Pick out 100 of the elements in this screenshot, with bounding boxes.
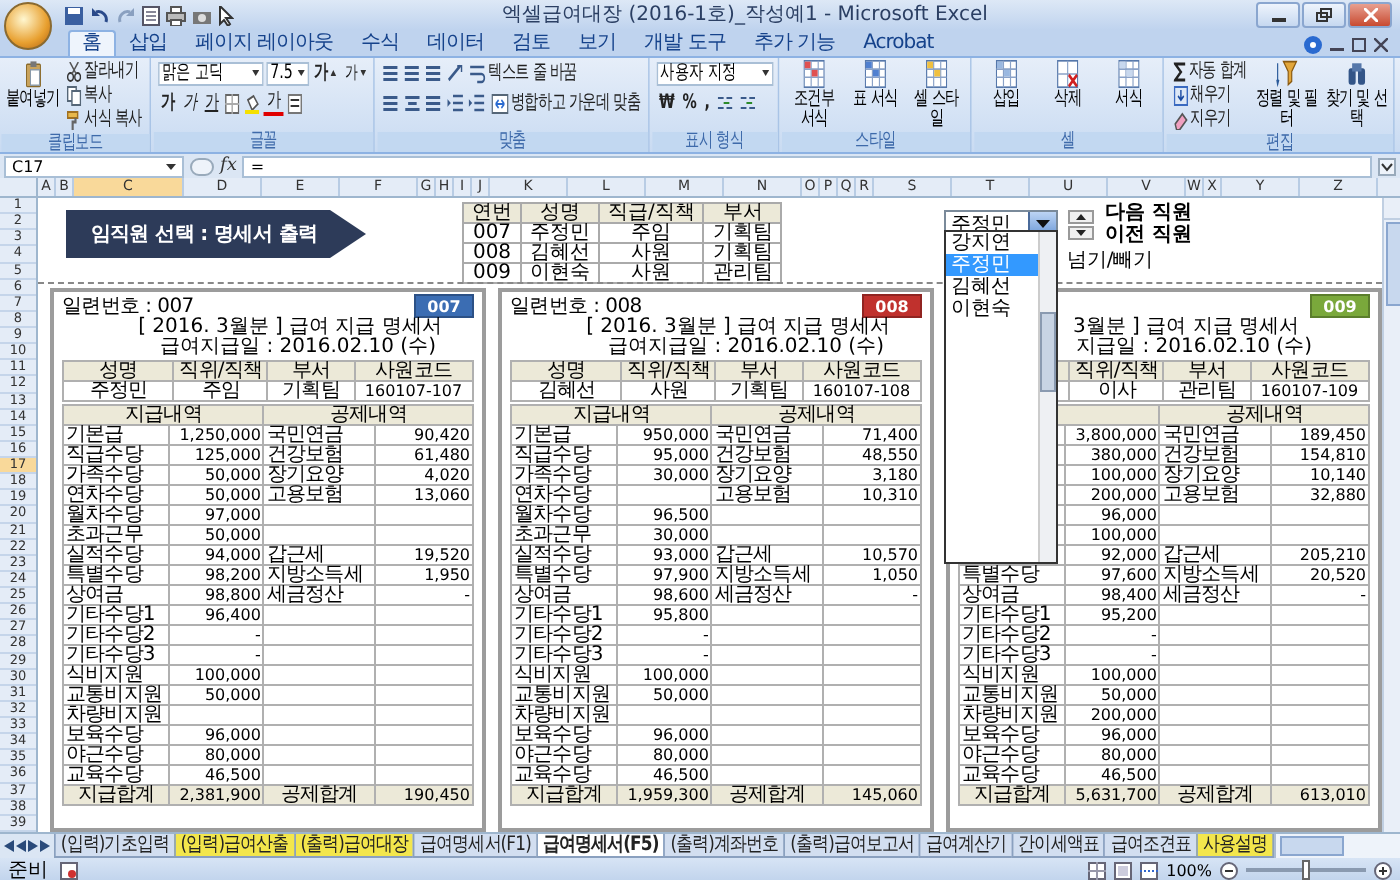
- ribbon-tab[interactable]: 수식: [347, 30, 414, 56]
- cut-button[interactable]: 잘라내기: [64, 60, 145, 84]
- ribbon-button[interactable]: 조건부 서식: [785, 60, 843, 130]
- table-cell: -: [1065, 625, 1160, 645]
- sheet-tab[interactable]: 급여계산기: [919, 834, 1014, 858]
- group-label: 맞춤: [377, 132, 648, 152]
- minimize-button[interactable]: [1256, 2, 1300, 28]
- align-button[interactable]: [381, 61, 400, 85]
- ribbon-button[interactable]: 삭제: [1039, 60, 1097, 110]
- borders-button[interactable]: [223, 91, 241, 115]
- ribbon-tab[interactable]: 데이터: [413, 30, 499, 56]
- down-triangle-icon: [1076, 229, 1087, 235]
- ribbon-tab[interactable]: 홈: [68, 30, 115, 56]
- indent-button[interactable]: [445, 91, 464, 115]
- sort-filter-button[interactable]: 정렬 및 필터: [1253, 60, 1320, 130]
- size-field[interactable]: 7.5: [265, 61, 309, 85]
- align-button[interactable]: [424, 91, 443, 115]
- ribbon-tab[interactable]: 보기: [564, 30, 631, 56]
- shrink-font-button[interactable]: 가: [342, 61, 369, 85]
- bold-button[interactable]: 가: [157, 91, 177, 115]
- sheet-tab[interactable]: (출력)급여대장: [293, 834, 416, 858]
- format-painter-button[interactable]: 서식 복사: [64, 108, 145, 132]
- increase-decimal-button[interactable]: [715, 91, 735, 115]
- minus-icon: [1220, 861, 1238, 879]
- fill-color-button[interactable]: [243, 91, 261, 115]
- font-field[interactable]: 맑은 고딕: [157, 61, 264, 85]
- table-cell: 100,000: [1065, 465, 1160, 485]
- ribbon-tab[interactable]: 페이지 레이아웃: [181, 30, 348, 56]
- table-cell: 고용보험: [1159, 485, 1271, 505]
- align-button[interactable]: [381, 91, 400, 115]
- slider-thumb[interactable]: [1302, 860, 1310, 880]
- underline-button[interactable]: 가: [201, 91, 222, 115]
- sheet-tab[interactable]: (입력)기초입력: [54, 834, 176, 858]
- italic-button[interactable]: 가: [179, 91, 199, 115]
- clear-button[interactable]: 지우기: [1170, 108, 1250, 132]
- ribbon-tab[interactable]: 검토: [498, 30, 565, 56]
- table-cell: 지방소득세: [1159, 565, 1271, 585]
- table-cell: 기타수당2: [63, 625, 170, 645]
- sheet-tab[interactable]: 급여명세서(F5): [536, 834, 666, 858]
- pay-date: 지급일 : 2016.02.10 (수): [1076, 336, 1312, 358]
- list-option[interactable]: 이현숙: [946, 298, 1039, 320]
- find-select-button[interactable]: 찾기 및 선택: [1323, 60, 1390, 130]
- sheet-tab[interactable]: (출력)급여보고서: [783, 834, 922, 858]
- office-button[interactable]: [4, 2, 52, 50]
- merge-button[interactable]: 병합하고 가운데 맞춤: [488, 91, 644, 115]
- wrap-text-button[interactable]: 텍스트 줄 바꿈: [466, 61, 580, 85]
- copy-button[interactable]: 복사: [64, 84, 145, 108]
- caret-icon: [297, 70, 305, 76]
- align-button[interactable]: [402, 91, 422, 115]
- ribbon-button[interactable]: 표 서식: [846, 60, 904, 110]
- table-cell: 지급합계: [63, 785, 170, 805]
- close-button[interactable]: [1348, 2, 1392, 28]
- formula-field[interactable]: =: [242, 155, 1372, 177]
- align-button[interactable]: [424, 61, 443, 85]
- list-option[interactable]: 김혜선: [946, 276, 1039, 298]
- grow-font-button[interactable]: 가: [311, 61, 340, 85]
- sheet-tab[interactable]: (입력)급여산출: [173, 834, 296, 858]
- fill-button[interactable]: 채우기: [1170, 84, 1250, 108]
- sheet-tab[interactable]: 급여조견표: [1103, 834, 1198, 858]
- zoom-out-button[interactable]: [1220, 861, 1238, 879]
- name-box[interactable]: C17: [4, 155, 184, 177]
- ribbon-tab[interactable]: Acrobat: [849, 30, 948, 56]
- align-button[interactable]: [402, 61, 422, 85]
- sheet-tab[interactable]: 사용설명: [1196, 834, 1274, 858]
- font-color-button[interactable]: 가: [263, 91, 284, 115]
- scrollbar[interactable]: [1274, 834, 1400, 858]
- table-cell: 건강보험: [1159, 445, 1271, 465]
- indent-button[interactable]: [466, 91, 486, 115]
- ribbon-button[interactable]: 삽입: [978, 60, 1035, 110]
- caret-icon: [761, 70, 769, 76]
- ribbon-tab[interactable]: 개발 도구: [630, 30, 740, 56]
- autosum-button[interactable]: 자동 합계: [1170, 60, 1250, 84]
- text-lines-icon: [382, 94, 399, 112]
- ribbon-tab[interactable]: 추가 기능: [739, 30, 850, 56]
- table-cell: 지방소득세: [263, 565, 375, 585]
- down-button[interactable]: [1068, 225, 1095, 239]
- number-format-field[interactable]: 사용자 지정: [656, 61, 773, 85]
- ribbon-button[interactable]: 서식: [1100, 60, 1158, 110]
- comma-button[interactable]: ,: [701, 91, 713, 115]
- phonetic-button[interactable]: [285, 91, 303, 115]
- currency-button[interactable]: ₩: [656, 91, 677, 115]
- paste-button[interactable]: 붙여넣기: [5, 60, 60, 110]
- restore-button[interactable]: [1302, 2, 1346, 28]
- zoom-in-button[interactable]: [1374, 861, 1392, 879]
- function-button[interactable]: fx: [220, 156, 237, 176]
- ribbon-tab[interactable]: 삽입: [115, 30, 181, 56]
- up-button[interactable]: [1068, 209, 1095, 223]
- table-cell: -: [1270, 585, 1369, 605]
- column-header: 연번: [463, 203, 521, 223]
- list-option[interactable]: 강지연: [946, 232, 1039, 254]
- scrollbar[interactable]: [1382, 198, 1400, 832]
- sheet-tab[interactable]: (출력)계좌번호: [663, 834, 786, 858]
- sheet-tab[interactable]: 급여명세서(F1): [413, 834, 538, 858]
- scrollbar[interactable]: [1038, 232, 1057, 562]
- sheet-tab[interactable]: 간이세액표: [1011, 834, 1106, 858]
- text-lines-icon: [404, 64, 420, 82]
- orientation-button[interactable]: [445, 61, 464, 85]
- percent-button[interactable]: %: [679, 91, 699, 115]
- ribbon-button[interactable]: 셀 스타일: [908, 60, 966, 130]
- decrease-decimal-button[interactable]: [737, 91, 758, 115]
